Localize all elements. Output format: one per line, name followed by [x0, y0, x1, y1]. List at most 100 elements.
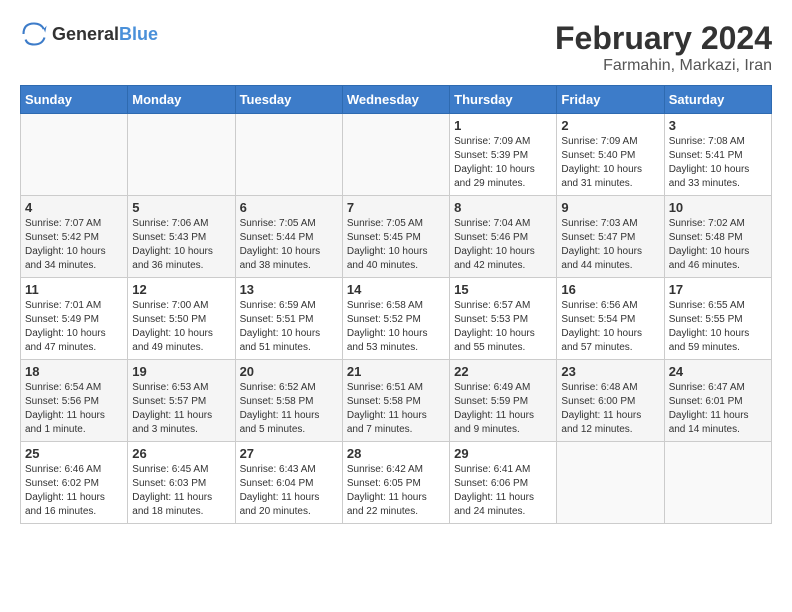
week-row: 25 Sunrise: 6:46 AM Sunset: 6:02 PM Dayli… [21, 442, 772, 524]
day-number: 10 [669, 200, 767, 215]
logo: GeneralBlue [20, 20, 158, 48]
table-row: 24Sunrise: 6:47 AM Sunset: 6:01 PM Dayli… [664, 360, 771, 442]
day-number: 4 [25, 200, 123, 215]
table-row: 8Sunrise: 7:04 AM Sunset: 5:46 PM Daylig… [450, 196, 557, 278]
day-number: 5 [132, 200, 230, 215]
day-number: 19 [132, 364, 230, 379]
location: Farmahin, Markazi, Iran [555, 57, 772, 75]
week-row: 18 Sunrise: 6:54 AM Sunset: 5:56 PM Dayli… [21, 360, 772, 442]
month-year: February 2024 [555, 20, 772, 57]
table-row [342, 114, 449, 196]
table-row: 22 Sunrise: 6:49 AM Sunset: 5:59 PM Dayli… [450, 360, 557, 442]
table-row: 3 Sunrise: 7:08 AM Sunset: 5:41 PM Daylig… [664, 114, 771, 196]
logo-general: General [52, 24, 119, 44]
day-number: 11 [25, 282, 123, 297]
week-row: 11 Sunrise: 7:01 AM Sunset: 5:49 PM Dayli… [21, 278, 772, 360]
day-number: 20 [240, 364, 338, 379]
day-info: Sunrise: 6:55 AM Sunset: 5:55 PM Dayligh… [669, 299, 767, 355]
table-row: 9Sunrise: 7:03 AM Sunset: 5:47 PM Daylig… [557, 196, 664, 278]
table-row: 1Sunrise: 7:09 AM Sunset: 5:39 PM Daylig… [450, 114, 557, 196]
day-info: Sunrise: 6:43 AM Sunset: 6:04 PM Dayligh… [240, 463, 338, 519]
day-info: Sunrise: 7:05 AM Sunset: 5:44 PM Dayligh… [240, 217, 338, 273]
day-number: 29 [454, 446, 552, 461]
day-number: 1 [454, 118, 552, 133]
day-number: 24 [669, 364, 767, 379]
day-info: Sunrise: 6:59 AM Sunset: 5:51 PM Dayligh… [240, 299, 338, 355]
table-row: 4 Sunrise: 7:07 AM Sunset: 5:42 PM Daylig… [21, 196, 128, 278]
day-info: Sunrise: 6:45 AM Sunset: 6:03 PM Dayligh… [132, 463, 230, 519]
weekday-header: Friday [557, 86, 664, 114]
logo-icon [20, 20, 48, 48]
table-row: 23 Sunrise: 6:48 AM Sunset: 6:00 PM Dayli… [557, 360, 664, 442]
day-info: Sunrise: 6:56 AM Sunset: 5:54 PM Dayligh… [561, 299, 659, 355]
table-row [664, 442, 771, 524]
day-number: 25 [25, 446, 123, 461]
day-number: 16 [561, 282, 659, 297]
table-row: 19 Sunrise: 6:53 AM Sunset: 5:57 PM Dayli… [128, 360, 235, 442]
table-row: 12Sunrise: 7:00 AM Sunset: 5:50 PM Dayli… [128, 278, 235, 360]
day-info: Sunrise: 6:58 AM Sunset: 5:52 PM Dayligh… [347, 299, 445, 355]
table-row [21, 114, 128, 196]
day-info: Sunrise: 7:02 AM Sunset: 5:48 PM Dayligh… [669, 217, 767, 273]
table-row: 6 Sunrise: 7:05 AM Sunset: 5:44 PM Daylig… [235, 196, 342, 278]
day-number: 9 [561, 200, 659, 215]
day-info: Sunrise: 6:51 AM Sunset: 5:58 PM Dayligh… [347, 381, 445, 437]
day-number: 6 [240, 200, 338, 215]
day-info: Sunrise: 7:07 AM Sunset: 5:42 PM Dayligh… [25, 217, 123, 273]
calendar-body: 1Sunrise: 7:09 AM Sunset: 5:39 PM Daylig… [21, 114, 772, 524]
day-info: Sunrise: 6:46 AM Sunset: 6:02 PM Dayligh… [25, 463, 123, 519]
day-number: 14 [347, 282, 445, 297]
day-info: Sunrise: 7:08 AM Sunset: 5:41 PM Dayligh… [669, 135, 767, 191]
day-info: Sunrise: 6:54 AM Sunset: 5:56 PM Dayligh… [25, 381, 123, 437]
table-row: 20 Sunrise: 6:52 AM Sunset: 5:58 PM Dayli… [235, 360, 342, 442]
table-row: 26 Sunrise: 6:45 AM Sunset: 6:03 PM Dayli… [128, 442, 235, 524]
day-number: 23 [561, 364, 659, 379]
table-row: 16 Sunrise: 6:56 AM Sunset: 5:54 PM Dayli… [557, 278, 664, 360]
day-number: 26 [132, 446, 230, 461]
table-row: 7Sunrise: 7:05 AM Sunset: 5:45 PM Daylig… [342, 196, 449, 278]
calendar-table: SundayMondayTuesdayWednesdayThursdayFrid… [20, 85, 772, 524]
table-row [557, 442, 664, 524]
day-info: Sunrise: 6:42 AM Sunset: 6:05 PM Dayligh… [347, 463, 445, 519]
week-row: 1Sunrise: 7:09 AM Sunset: 5:39 PM Daylig… [21, 114, 772, 196]
day-info: Sunrise: 6:48 AM Sunset: 6:00 PM Dayligh… [561, 381, 659, 437]
table-row: 17Sunrise: 6:55 AM Sunset: 5:55 PM Dayli… [664, 278, 771, 360]
week-row: 4 Sunrise: 7:07 AM Sunset: 5:42 PM Daylig… [21, 196, 772, 278]
table-row: 13Sunrise: 6:59 AM Sunset: 5:51 PM Dayli… [235, 278, 342, 360]
table-row: 14 Sunrise: 6:58 AM Sunset: 5:52 PM Dayli… [342, 278, 449, 360]
table-row [128, 114, 235, 196]
table-row: 15 Sunrise: 6:57 AM Sunset: 5:53 PM Dayli… [450, 278, 557, 360]
day-info: Sunrise: 7:00 AM Sunset: 5:50 PM Dayligh… [132, 299, 230, 355]
day-info: Sunrise: 7:04 AM Sunset: 5:46 PM Dayligh… [454, 217, 552, 273]
day-info: Sunrise: 6:41 AM Sunset: 6:06 PM Dayligh… [454, 463, 552, 519]
day-number: 3 [669, 118, 767, 133]
weekday-header: Monday [128, 86, 235, 114]
weekday-header: Thursday [450, 86, 557, 114]
day-number: 18 [25, 364, 123, 379]
day-info: Sunrise: 6:57 AM Sunset: 5:53 PM Dayligh… [454, 299, 552, 355]
table-row: 27 Sunrise: 6:43 AM Sunset: 6:04 PM Dayli… [235, 442, 342, 524]
title-block: February 2024 Farmahin, Markazi, Iran [555, 20, 772, 75]
day-info: Sunrise: 6:53 AM Sunset: 5:57 PM Dayligh… [132, 381, 230, 437]
table-row: 29 Sunrise: 6:41 AM Sunset: 6:06 PM Dayli… [450, 442, 557, 524]
logo-blue: Blue [119, 24, 158, 44]
day-number: 2 [561, 118, 659, 133]
page-header: GeneralBlue February 2024 Farmahin, Mark… [20, 20, 772, 75]
day-number: 22 [454, 364, 552, 379]
day-info: Sunrise: 6:52 AM Sunset: 5:58 PM Dayligh… [240, 381, 338, 437]
table-row: 11 Sunrise: 7:01 AM Sunset: 5:49 PM Dayli… [21, 278, 128, 360]
weekday-header: Wednesday [342, 86, 449, 114]
table-row [235, 114, 342, 196]
day-number: 27 [240, 446, 338, 461]
table-row: 5 Sunrise: 7:06 AM Sunset: 5:43 PM Daylig… [128, 196, 235, 278]
logo-text: GeneralBlue [52, 24, 158, 45]
day-info: Sunrise: 7:06 AM Sunset: 5:43 PM Dayligh… [132, 217, 230, 273]
day-info: Sunrise: 7:09 AM Sunset: 5:40 PM Dayligh… [561, 135, 659, 191]
day-number: 15 [454, 282, 552, 297]
weekday-header: Tuesday [235, 86, 342, 114]
day-info: Sunrise: 7:05 AM Sunset: 5:45 PM Dayligh… [347, 217, 445, 273]
day-info: Sunrise: 7:01 AM Sunset: 5:49 PM Dayligh… [25, 299, 123, 355]
day-number: 21 [347, 364, 445, 379]
day-info: Sunrise: 6:49 AM Sunset: 5:59 PM Dayligh… [454, 381, 552, 437]
table-row: 2 Sunrise: 7:09 AM Sunset: 5:40 PM Daylig… [557, 114, 664, 196]
